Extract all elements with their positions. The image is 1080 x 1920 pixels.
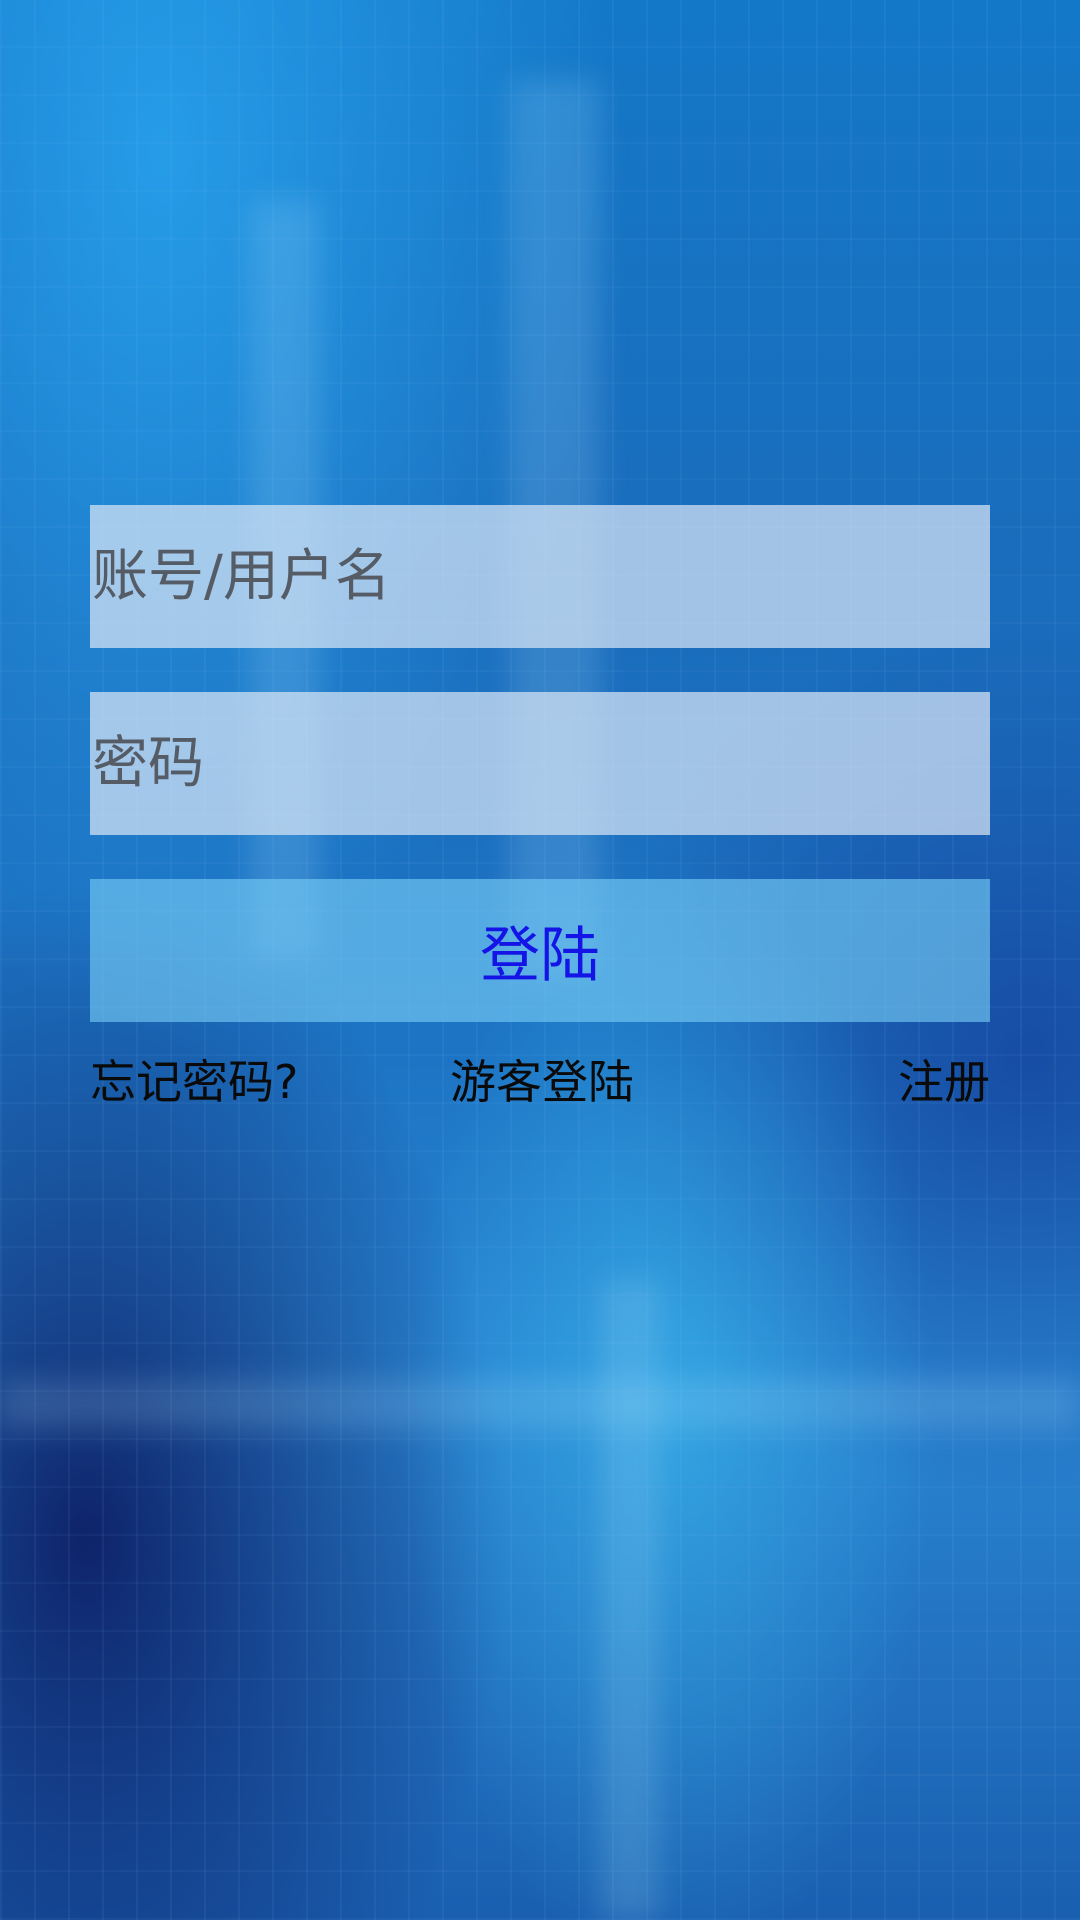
login-button[interactable]: 登陆 (90, 879, 990, 1022)
username-input[interactable] (90, 505, 990, 648)
guest-login-link[interactable]: 游客登陆 (450, 1052, 634, 1112)
password-input[interactable] (90, 692, 990, 835)
password-field[interactable] (90, 692, 990, 835)
forgot-password-link[interactable]: 忘记密码? (90, 1052, 298, 1112)
username-field[interactable] (90, 505, 990, 648)
register-link[interactable]: 注册 (898, 1052, 990, 1112)
login-screen: 登陆 忘记密码? 游客登陆 注册 (0, 0, 1080, 1920)
background-streak (600, 1280, 660, 1920)
background-streak (0, 1380, 1080, 1430)
